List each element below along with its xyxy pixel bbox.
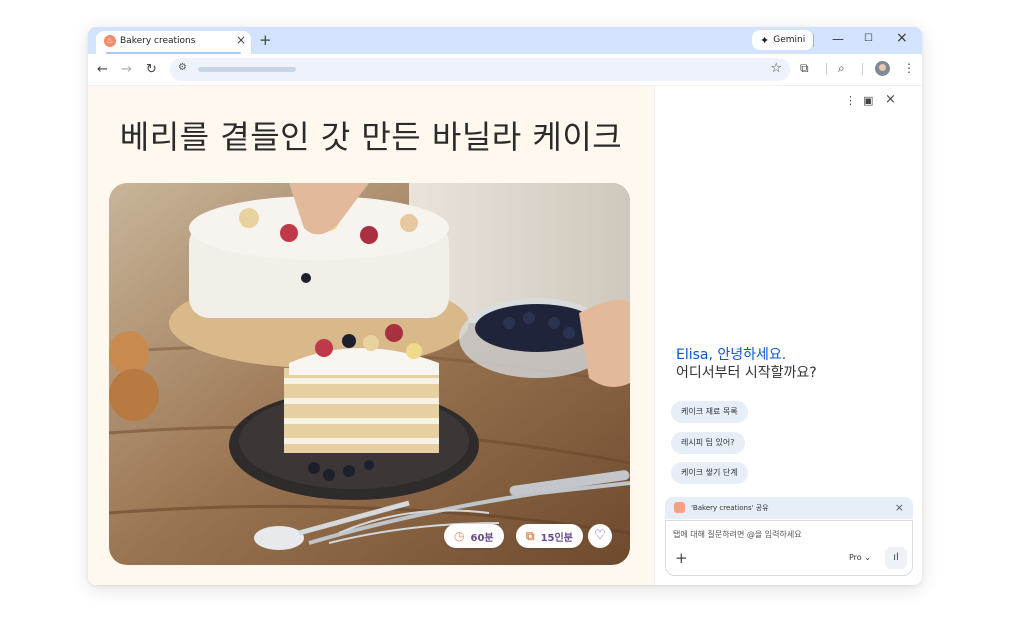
share-label: 'Bakery creations' 공유 [691, 504, 769, 512]
more-menu-icon[interactable]: ⋮ [903, 61, 915, 75]
greeting-name: Elisa, 안녕하세요. [676, 347, 787, 363]
bookmark-star-icon[interactable]: ☆ [770, 61, 782, 76]
gemini-button[interactable]: ✦ Gemini [752, 30, 814, 50]
prompt-placeholder: 탭에 대해 질문하려면 @을 입력하세요 [673, 530, 802, 539]
clock-icon: ◷ [454, 529, 465, 543]
bakery-favicon-icon [674, 502, 685, 513]
divider [862, 63, 863, 75]
servings-pill[interactable]: ⧉ 15인분 [516, 524, 583, 548]
new-tab-button[interactable]: + [259, 31, 272, 49]
forward-arrow-icon[interactable]: → [121, 62, 132, 77]
close-window-icon[interactable]: × [896, 30, 908, 46]
tab-share-bar: 'Bakery creations' 공유 × [665, 497, 913, 519]
favorite-heart-icon[interactable]: ♡ [588, 524, 612, 548]
extensions-icon[interactable]: ⧉ [800, 61, 809, 76]
model-label: Pro [849, 553, 862, 562]
address-bar[interactable]: ⚙ ☆ [170, 58, 790, 81]
recipe-page: 베리를 곁들인 갓 만든 바닐라 케이크 ◷ 60분 ⧉ 15인분 ♡ [88, 86, 654, 585]
profile-avatar[interactable] [875, 61, 890, 76]
minimize-icon[interactable]: — [832, 32, 844, 46]
back-arrow-icon[interactable]: ← [97, 62, 108, 77]
tab-bakery-creations[interactable]: ♨ Bakery creations × [96, 31, 251, 54]
maximize-icon[interactable]: ☐ [864, 33, 873, 44]
suggestion-chip-stacking[interactable]: 케이크 쌓기 단계 [671, 462, 748, 484]
toolbar: ← → ↻ ⚙ ☆ ⧉ ⌕ ⋮ [88, 54, 922, 86]
reload-icon[interactable]: ↻ [146, 62, 157, 77]
url-placeholder [198, 67, 296, 72]
voice-input-icon[interactable]: ıl [885, 547, 907, 569]
remove-share-icon[interactable]: × [895, 501, 904, 514]
suggestion-chip-tips[interactable]: 레시피 팁 있어? [671, 432, 745, 454]
panel-menu-icon[interactable]: ⋮ [845, 94, 856, 107]
greeting-subtitle: 어디서부터 시작할까요? [676, 365, 817, 381]
divider [826, 63, 827, 75]
cook-time-pill[interactable]: ◷ 60분 [444, 524, 504, 548]
gemini-label: Gemini [773, 35, 806, 45]
cake-photo [109, 183, 630, 565]
recipe-title: 베리를 곁들인 갓 만든 바닐라 케이크 [119, 118, 623, 156]
cast-search-icon[interactable]: ⌕ [838, 61, 845, 76]
close-panel-icon[interactable]: × [885, 92, 896, 107]
browser-window: ♨ Bakery creations × + ✦ Gemini — ☐ × ← … [88, 27, 922, 585]
greeting: Elisa, 안녕하세요. 어디서부터 시작할까요? [676, 346, 817, 382]
add-attachment-icon[interactable]: + [675, 549, 688, 567]
divider [813, 34, 814, 47]
model-select[interactable]: Pro ⌄ [849, 553, 871, 562]
pop-out-icon[interactable]: ▣ [863, 94, 873, 107]
servings-icon: ⧉ [526, 528, 535, 543]
tab-strip: ♨ Bakery creations × + ✦ Gemini — ☐ × [88, 27, 922, 54]
gemini-sparkle-icon: ✦ [760, 33, 770, 47]
servings-label: 15인분 [540, 532, 573, 544]
tab-title: Bakery creations [120, 36, 196, 46]
cook-time-label: 60분 [470, 532, 494, 544]
site-info-icon[interactable]: ⚙ [178, 62, 187, 73]
gemini-side-panel: ⋮ ▣ × Elisa, 안녕하세요. 어디서부터 시작할까요? 케이크 재료 … [654, 86, 922, 585]
bakery-favicon-icon: ♨ [104, 35, 116, 47]
prompt-input[interactable]: 탭에 대해 질문하려면 @을 입력하세요 + Pro ⌄ ıl [665, 520, 913, 576]
suggestion-chip-ingredients[interactable]: 케이크 재료 목록 [671, 401, 748, 423]
close-tab-icon[interactable]: × [236, 33, 246, 47]
